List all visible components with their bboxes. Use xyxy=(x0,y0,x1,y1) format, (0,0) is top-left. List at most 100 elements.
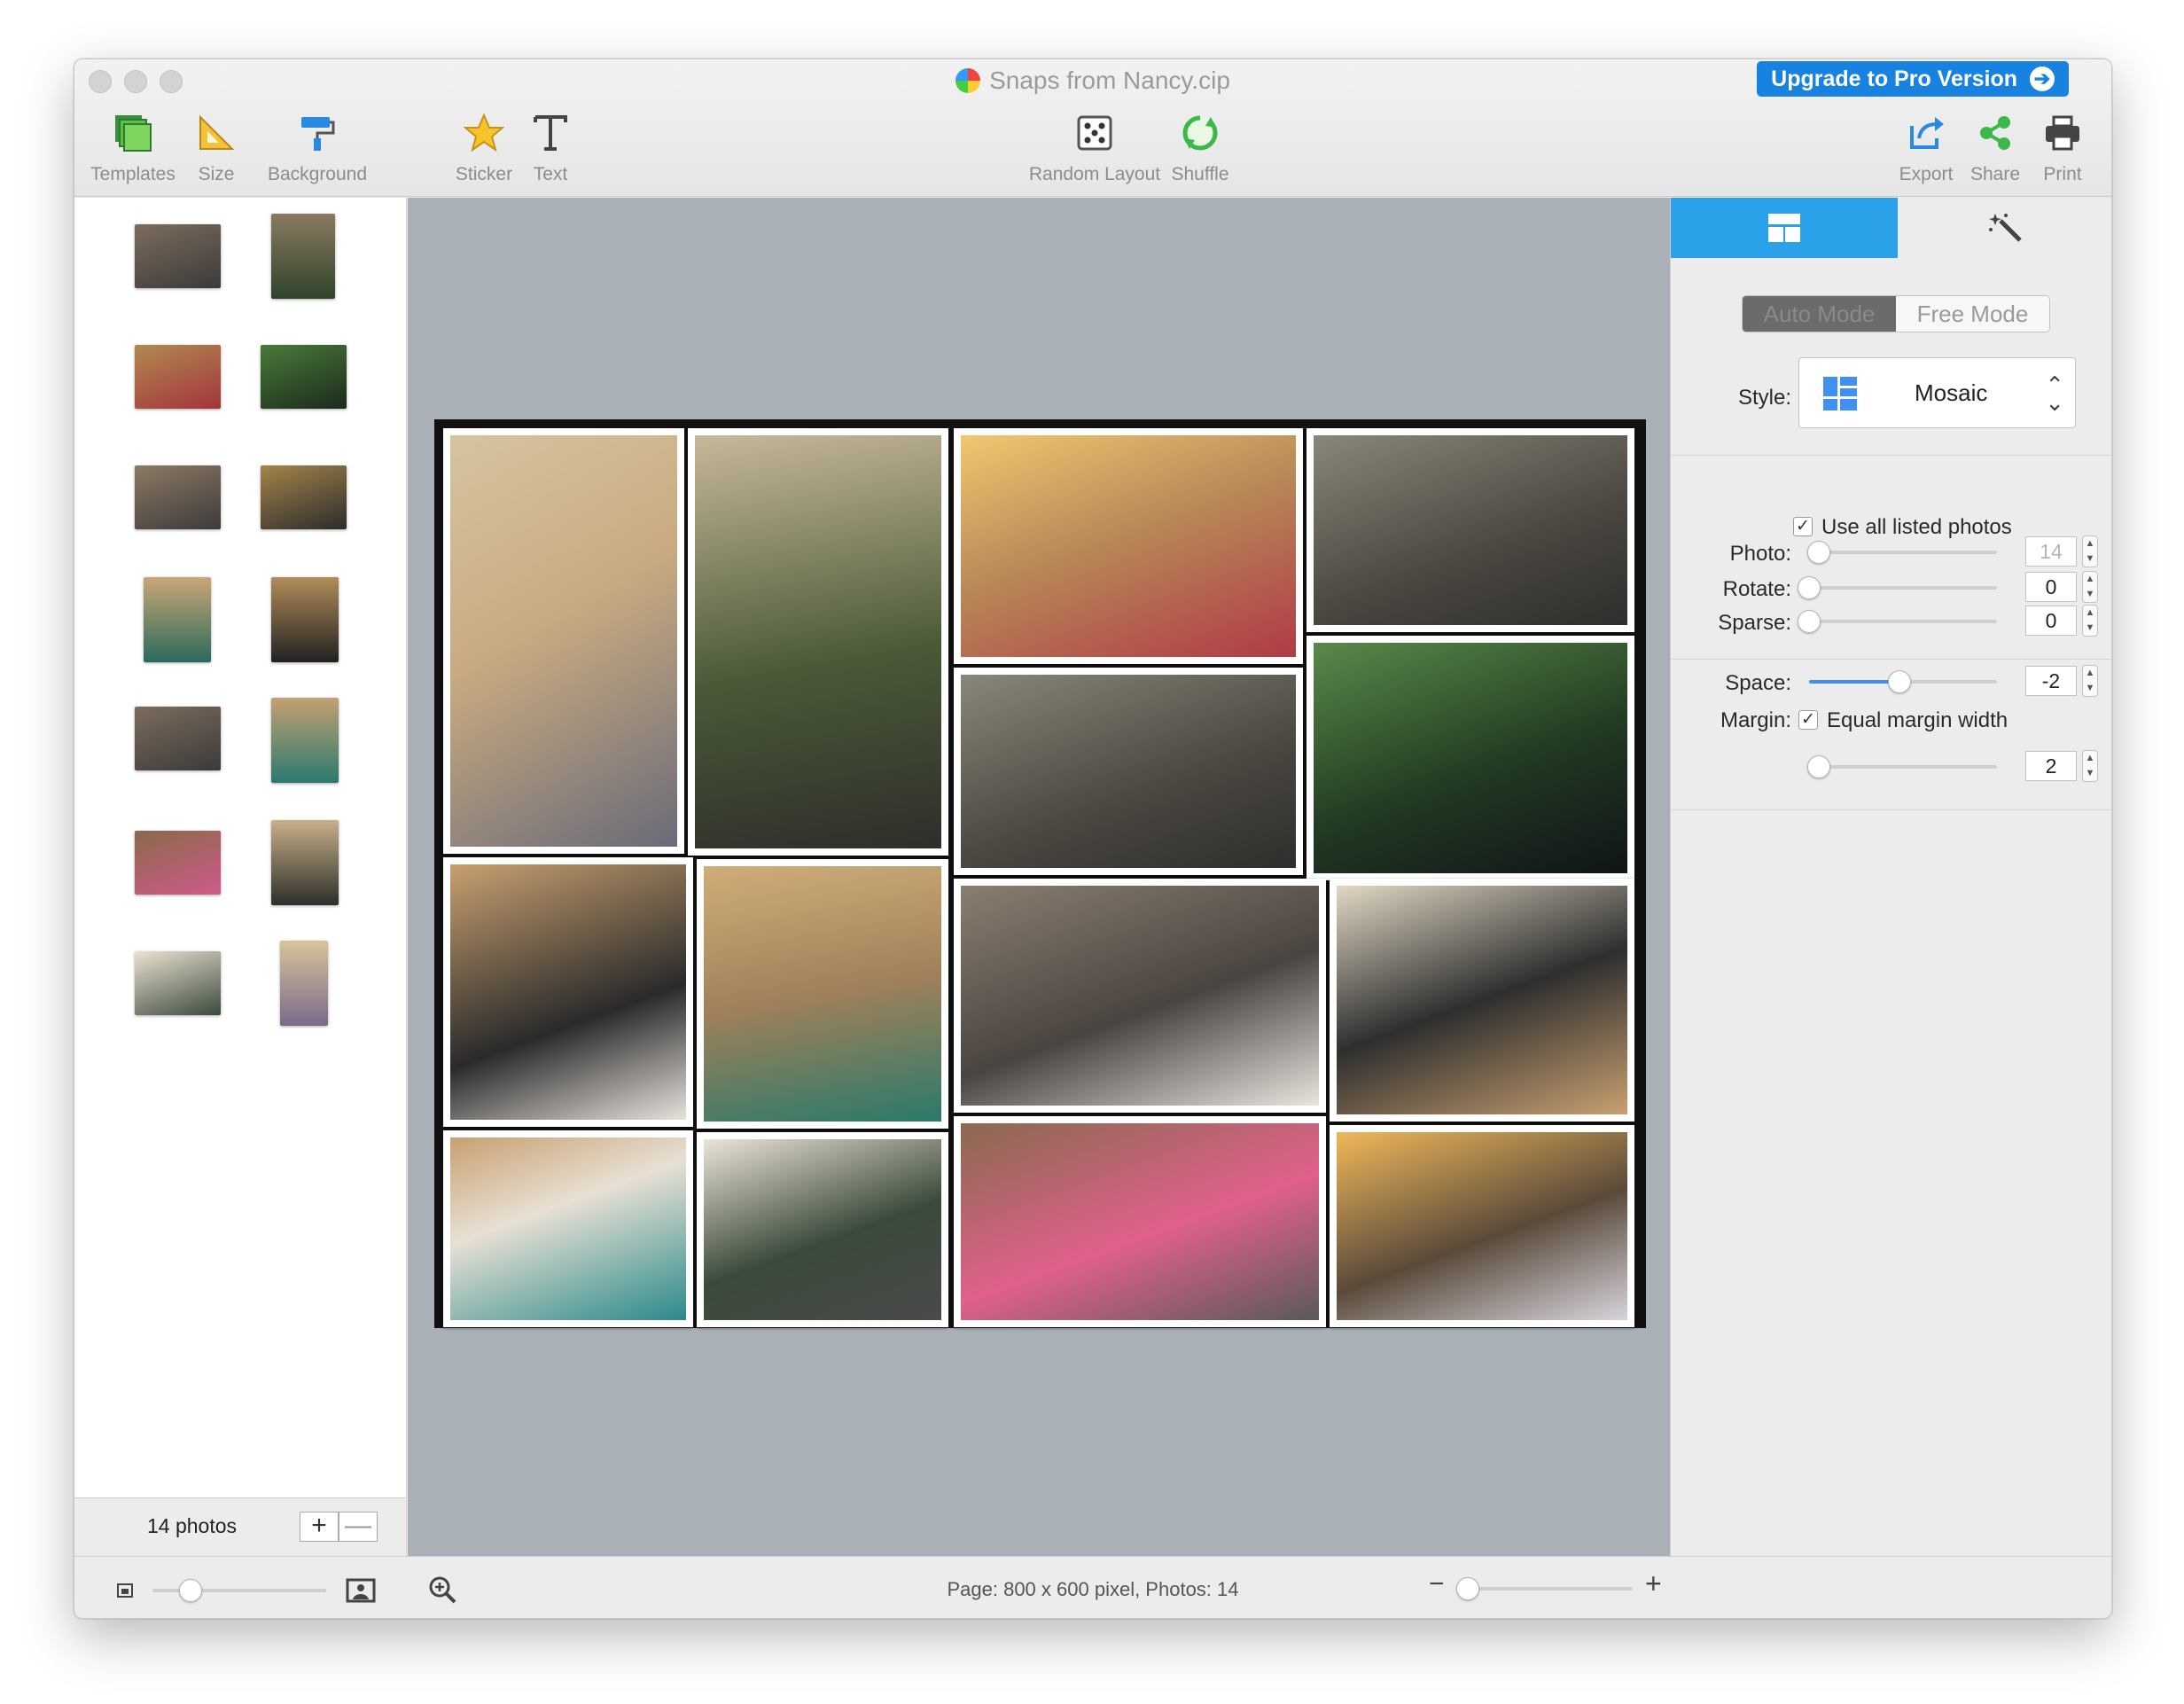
rotate-stepper[interactable]: ▲ ▼ xyxy=(2082,571,2098,603)
random-layout-button[interactable]: Random Layout xyxy=(1028,109,1161,185)
sparse-stepper[interactable]: ▲ ▼ xyxy=(2082,605,2098,637)
collage-photo[interactable] xyxy=(954,428,1303,664)
sparse-field[interactable]: 0 xyxy=(2025,606,2077,636)
print-button[interactable]: Print xyxy=(2033,109,2092,185)
inspector-tabs xyxy=(1671,198,2111,258)
templates-button[interactable]: Templates xyxy=(87,109,179,185)
use-all-photos-label: Use all listed photos xyxy=(1821,515,2012,539)
use-all-photos-checkbox[interactable]: ✓ xyxy=(1793,517,1813,536)
collage-photo[interactable] xyxy=(1306,428,1634,632)
collage-photo[interactable] xyxy=(688,428,948,856)
collage-photo[interactable] xyxy=(1306,636,1634,880)
equal-margin-checkbox[interactable]: ✓ xyxy=(1798,710,1818,730)
shuffle-button[interactable]: Shuffle xyxy=(1165,109,1236,185)
style-value: Mosaic xyxy=(1915,379,1988,406)
margin-slider[interactable] xyxy=(1806,755,1997,778)
photo-thumbnail[interactable] xyxy=(271,820,339,905)
collage-page[interactable] xyxy=(434,419,1646,1328)
size-button[interactable]: Size xyxy=(183,109,250,185)
arrow-right-icon: ➔ xyxy=(2030,66,2055,91)
window-title-text: Snaps from Nancy.cip xyxy=(989,66,1230,94)
star-icon xyxy=(464,113,504,152)
slider-knob[interactable] xyxy=(1806,755,1830,778)
sparse-slider[interactable] xyxy=(1798,610,1997,633)
title-bar: Snaps from Nancy.cip Upgrade to Pro Vers… xyxy=(74,59,2111,197)
style-select[interactable]: Mosaic ⌃ ⌄ xyxy=(1798,357,2076,428)
photo-count-field[interactable]: 14 xyxy=(2025,536,2077,567)
slider-knob[interactable] xyxy=(1806,541,1830,564)
free-mode-segment[interactable]: Free Mode xyxy=(1896,296,2049,332)
random-layout-label: Random Layout xyxy=(1028,164,1161,184)
photo-thumbnail[interactable] xyxy=(135,465,221,529)
export-button[interactable]: Export xyxy=(1890,109,1962,185)
rotate-label: Rotate: xyxy=(1722,577,1791,601)
zoom-out-button[interactable]: − xyxy=(1429,1569,1445,1599)
tab-effects[interactable] xyxy=(1898,198,2111,258)
text-label: Text xyxy=(533,164,568,184)
canvas-area xyxy=(408,198,1670,1556)
sticker-button[interactable]: Sticker xyxy=(447,109,521,185)
collage-photo[interactable] xyxy=(443,1130,693,1327)
rotate-slider[interactable] xyxy=(1798,576,1997,599)
collage-photo[interactable] xyxy=(954,668,1303,875)
layout-icon xyxy=(1768,214,1800,242)
mosaic-style-icon xyxy=(1823,377,1857,410)
margin-field[interactable]: 2 xyxy=(2025,751,2077,781)
photo-thumbnail[interactable] xyxy=(135,951,221,1015)
sparse-label: Sparse: xyxy=(1718,611,1791,635)
photo-thumbnail[interactable] xyxy=(144,577,211,662)
photo-thumbnail[interactable] xyxy=(135,707,221,770)
collage-photo[interactable] xyxy=(954,879,1326,1113)
collage-photo[interactable] xyxy=(697,859,948,1129)
size-label: Size xyxy=(198,164,235,184)
shuffle-label: Shuffle xyxy=(1171,164,1229,184)
slider-knob[interactable] xyxy=(1455,1577,1479,1600)
tab-layout[interactable] xyxy=(1671,198,1898,258)
photo-count-label: Photo: xyxy=(1729,542,1791,566)
space-label: Space: xyxy=(1725,671,1791,695)
photo-thumbnail[interactable] xyxy=(271,577,339,662)
collage-photo[interactable] xyxy=(697,1132,948,1327)
photo-count-stepper[interactable]: ▲ ▼ xyxy=(2082,535,2098,567)
divider xyxy=(1671,809,2111,810)
photo-thumbnail[interactable] xyxy=(271,214,335,299)
space-field[interactable]: -2 xyxy=(2025,666,2077,696)
ruler-triangle-icon xyxy=(199,114,235,150)
photo-count-slider[interactable] xyxy=(1806,541,1997,564)
collage-photo[interactable] xyxy=(443,857,693,1127)
zoom-in-button[interactable]: + xyxy=(1645,1567,1662,1600)
photo-thumbnail[interactable] xyxy=(261,345,347,409)
slider-knob[interactable] xyxy=(1798,610,1821,633)
sticker-label: Sticker xyxy=(455,164,513,184)
printer-icon xyxy=(2046,115,2079,151)
text-button[interactable]: Text xyxy=(521,109,580,185)
upgrade-button[interactable]: Upgrade to Pro Version ➔ xyxy=(1757,61,2069,97)
photo-thumbnail[interactable] xyxy=(261,465,347,529)
space-stepper[interactable]: ▲ ▼ xyxy=(2082,665,2098,697)
paint-roller-icon xyxy=(301,117,335,151)
upgrade-label: Upgrade to Pro Version xyxy=(1771,66,2017,91)
share-button[interactable]: Share xyxy=(1966,109,2024,185)
space-slider[interactable] xyxy=(1809,670,1997,693)
slider-knob[interactable] xyxy=(1798,576,1821,599)
collage-photo[interactable] xyxy=(443,428,684,854)
photo-thumbnail[interactable] xyxy=(135,224,221,288)
equal-margin-label: Equal margin width xyxy=(1827,708,2008,732)
auto-mode-segment[interactable]: Auto Mode xyxy=(1743,296,1896,332)
margin-stepper[interactable]: ▲ ▼ xyxy=(2082,750,2098,782)
background-button[interactable]: Background xyxy=(255,109,379,185)
photo-count: 14 photos xyxy=(147,1514,238,1537)
photo-thumbnail[interactable] xyxy=(135,345,221,409)
share-icon xyxy=(1980,116,2010,150)
collage-photo[interactable] xyxy=(954,1116,1326,1327)
collage-photo[interactable] xyxy=(1330,1125,1634,1327)
rotate-field[interactable]: 0 xyxy=(2025,572,2077,602)
photo-thumbnail[interactable] xyxy=(135,831,221,895)
slider-knob[interactable] xyxy=(1887,670,1911,693)
collage-photo[interactable] xyxy=(1330,879,1634,1122)
photo-thumbnail[interactable] xyxy=(280,941,328,1026)
zoom-slider[interactable] xyxy=(1455,1577,1633,1600)
remove-photo-button[interactable]: — xyxy=(339,1512,378,1542)
add-photo-button[interactable]: + xyxy=(300,1512,339,1542)
photo-thumbnail[interactable] xyxy=(271,698,339,783)
